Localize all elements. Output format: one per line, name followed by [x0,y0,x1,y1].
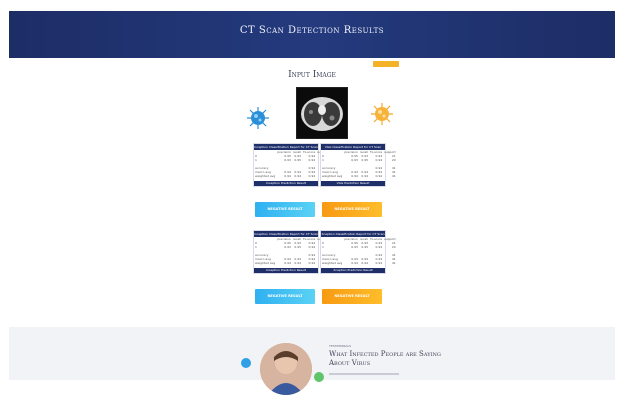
report-panel: Inception Classification Report for CT S… [253,143,329,187]
prediction-result-label: VGG Prediction Result [321,181,385,186]
table-row: weighted avg0.940.940.9441 [321,261,397,265]
table-cell: 0.94 [308,174,316,178]
table-cell: 0.94 [284,261,291,265]
testimonial-text-line [329,373,399,375]
person-avatar [260,343,312,395]
prediction-result-button[interactable]: NEGATIVE RESULT [322,202,382,217]
table-cell: 0.95 [294,245,302,249]
decor-dot-green [314,372,324,382]
prediction-result-button[interactable]: NEGATIVE RESULT [255,202,315,217]
table-cell: weighted avg [255,174,276,178]
table-cell: 0.95 [294,158,302,162]
table-cell: 0.94 [308,261,316,265]
testimonial-section [9,327,615,380]
table-cell: 0.94 [361,174,369,178]
table-cell: 0.94 [284,174,291,178]
page-title: CT Scan Detection Results [239,25,385,36]
table-row: weighted avg0.940.940.9441 [254,174,330,178]
prediction-result-label: Inception Prediction Result [254,268,318,273]
table-cell: 0.95 [361,158,369,162]
classification-table: precisionrecallf1-scoresupport00.950.930… [254,237,330,265]
prediction-result-label: Inception Prediction Result [254,181,318,186]
table-cell: 0.94 [375,174,383,178]
virus-orange-icon [371,103,393,125]
prediction-result-button[interactable]: NEGATIVE RESULT [322,289,382,304]
table-cell: 41 [391,261,396,265]
table-cell: 0.94 [351,261,358,265]
virus-blue-icon [247,107,269,129]
table-cell: weighted avg [322,174,343,178]
table-cell: 0.95 [361,245,369,249]
table-row: weighted avg0.940.940.9441 [321,174,397,178]
report-panel: Xception Classification Report for CT Sc… [320,230,396,274]
table-cell: 0.94 [294,261,302,265]
table-row: weighted avg0.940.940.9441 [254,261,330,265]
table-cell: weighted avg [255,261,276,265]
table-cell: 0.94 [361,261,369,265]
page-header: CT Scan Detection Results [9,11,615,58]
prediction-result-button[interactable]: NEGATIVE RESULT [255,289,315,304]
decor-dot-blue [241,358,251,368]
corner-tag[interactable] [373,61,399,67]
prediction-result-label: Xception Prediction Result [321,268,385,273]
table-cell: 0.94 [294,174,302,178]
ct-scan-image [296,87,348,139]
table-cell: 0.94 [351,174,358,178]
classification-table: precisionrecallf1-scoresupport00.950.930… [321,237,397,265]
testimonial-eyebrow: TESTIMONIALS [329,344,352,348]
classification-table: precisionrecallf1-scoresupport00.950.930… [254,150,330,178]
table-cell: weighted avg [322,261,343,265]
report-panel: VGG Classification Report for CT Scan pre… [320,143,396,187]
classification-table: precisionrecallf1-scoresupport00.950.930… [321,150,397,178]
table-cell: 0.94 [375,261,383,265]
report-panel: Inception Classification Report for CT S… [253,230,329,274]
table-cell: 41 [391,174,396,178]
input-image-title: Input Image [288,70,336,80]
testimonial-title: What Infected People are Saying About Vi… [329,350,441,367]
